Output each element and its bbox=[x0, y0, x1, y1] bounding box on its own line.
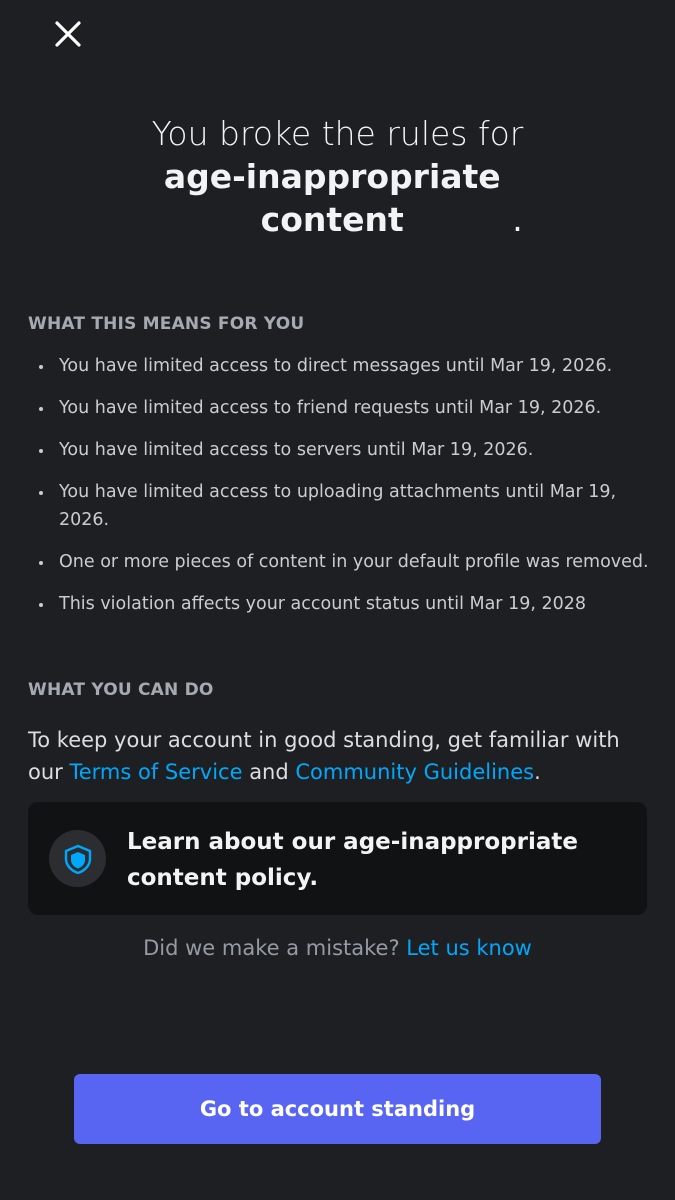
close-icon bbox=[55, 21, 81, 47]
bullet-dot bbox=[39, 365, 43, 369]
bullet-dot bbox=[39, 603, 43, 607]
list-item: You have limited access to direct messag… bbox=[28, 352, 668, 380]
community-guidelines-link[interactable]: Community Guidelines bbox=[295, 760, 534, 784]
guidance-end: . bbox=[534, 760, 541, 784]
account-standing-button[interactable]: Go to account standing bbox=[74, 1074, 601, 1144]
title-period: . bbox=[512, 200, 523, 239]
policy-icon-circle bbox=[49, 830, 106, 887]
close-button[interactable] bbox=[50, 16, 86, 52]
bullet-dot bbox=[39, 491, 43, 495]
let-us-know-link[interactable]: Let us know bbox=[406, 936, 532, 960]
list-item: You have limited access to friend reques… bbox=[28, 394, 668, 422]
list-item: You have limited access to uploading att… bbox=[28, 478, 668, 534]
means-heading: WHAT THIS MEANS FOR YOU bbox=[28, 314, 305, 334]
policy-card[interactable]: Learn about our age-inappropriate conten… bbox=[28, 802, 647, 915]
consequence-list: You have limited access to direct messag… bbox=[28, 352, 668, 632]
list-item-text: You have limited access to uploading att… bbox=[59, 482, 617, 530]
bullet-dot bbox=[39, 407, 43, 411]
list-item-text: This violation affects your account stat… bbox=[59, 594, 586, 614]
list-item: This violation affects your account stat… bbox=[28, 590, 668, 618]
bullet-dot bbox=[39, 561, 43, 565]
guidance-paragraph: To keep your account in good standing, g… bbox=[28, 724, 648, 788]
list-item-text: You have limited access to servers until… bbox=[59, 440, 534, 460]
shield-icon bbox=[64, 844, 91, 874]
title-intro: You broke the rules for bbox=[151, 114, 524, 153]
list-item-text: You have limited access to direct messag… bbox=[59, 356, 613, 376]
appeal-question: Did we make a mistake? bbox=[143, 936, 407, 960]
list-item: One or more pieces of content in your de… bbox=[28, 548, 668, 576]
violation-name: age-inappropriate content bbox=[163, 157, 501, 239]
can-do-heading: WHAT YOU CAN DO bbox=[28, 680, 214, 700]
page-title: You broke the rules for age-inappropriat… bbox=[0, 112, 675, 241]
policy-card-label: Learn about our age-inappropriate conten… bbox=[127, 829, 578, 891]
terms-of-service-link[interactable]: Terms of Service bbox=[69, 760, 242, 784]
list-item-text: You have limited access to friend reques… bbox=[59, 398, 602, 418]
appeal-prompt: Did we make a mistake? Let us know bbox=[0, 932, 675, 964]
list-item: You have limited access to servers until… bbox=[28, 436, 668, 464]
list-item-text: One or more pieces of content in your de… bbox=[59, 552, 649, 572]
bullet-dot bbox=[39, 449, 43, 453]
guidance-and: and bbox=[242, 760, 296, 784]
